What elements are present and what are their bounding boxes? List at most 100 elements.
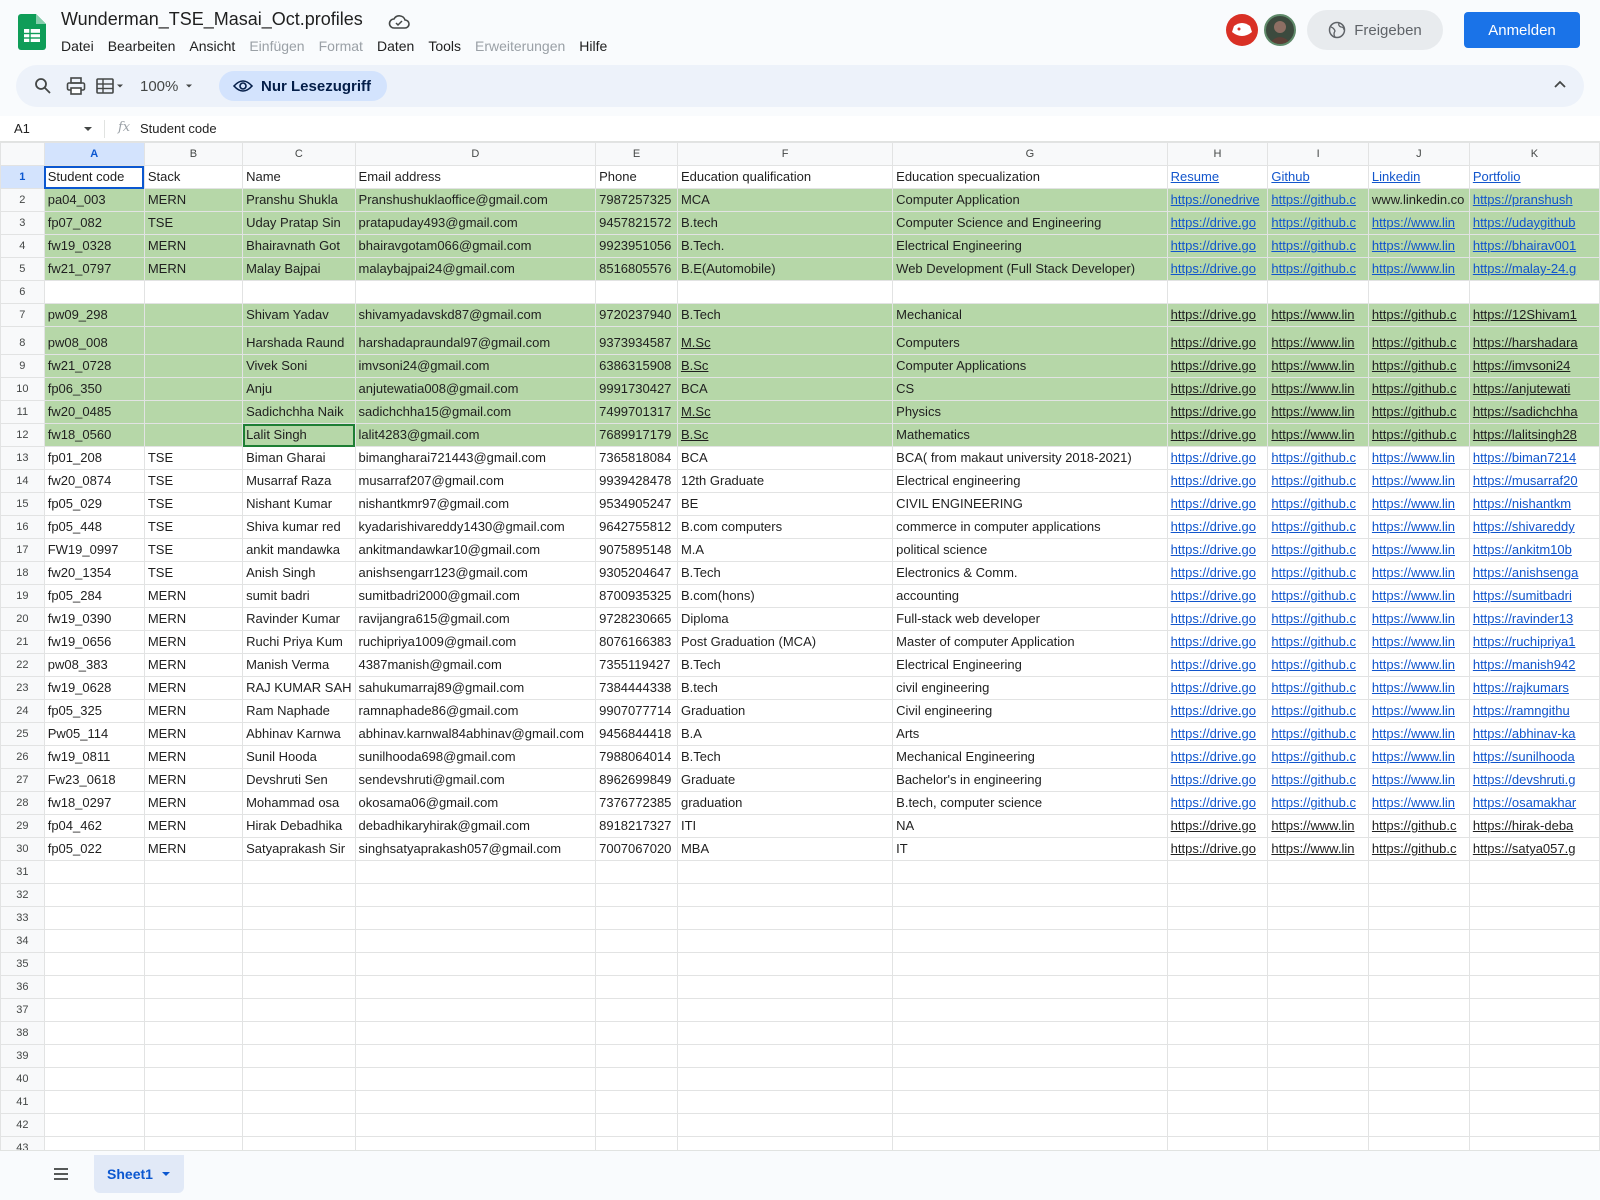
- cell-k17[interactable]: https://ankitm10b: [1468, 538, 1600, 562]
- cell-g14[interactable]: Electrical engineering: [892, 469, 1168, 493]
- cell-b21[interactable]: MERN: [143, 630, 244, 654]
- cell-k14[interactable]: https://musarraf20: [1468, 469, 1600, 493]
- cell-d8[interactable]: harshadapraundal97@gmail.com: [354, 326, 597, 355]
- empty-cell[interactable]: [242, 1067, 356, 1091]
- cell-f12[interactable]: B.Sc: [676, 423, 894, 447]
- empty-cell[interactable]: [242, 883, 356, 907]
- cell-h24[interactable]: https://drive.go: [1166, 699, 1269, 723]
- empty-cell[interactable]: [892, 1090, 1168, 1114]
- cell-c19[interactable]: sumit badri: [242, 584, 356, 608]
- cell-d13[interactable]: bimangharai721443@gmail.com: [354, 446, 597, 470]
- row-header[interactable]: 23: [0, 676, 45, 700]
- cell-e26[interactable]: 7988064014: [595, 745, 678, 769]
- cell-f7[interactable]: B.Tech: [676, 303, 894, 327]
- cell-h22[interactable]: https://drive.go: [1166, 653, 1269, 677]
- empty-cell[interactable]: [43, 883, 145, 907]
- cell-h20[interactable]: https://drive.go: [1166, 607, 1269, 631]
- cell-b17[interactable]: TSE: [143, 538, 244, 562]
- cell-g18[interactable]: Electronics & Comm.: [892, 561, 1168, 585]
- empty-cell[interactable]: [1367, 860, 1470, 884]
- empty-cell[interactable]: [1267, 1136, 1369, 1150]
- empty-cell[interactable]: [892, 906, 1168, 930]
- empty-cell[interactable]: [676, 1113, 894, 1137]
- cell-h30[interactable]: https://drive.go: [1166, 837, 1269, 861]
- cell-e23[interactable]: 7384444338: [595, 676, 678, 700]
- cell-c22[interactable]: Manish Verma: [242, 653, 356, 677]
- cell-g23[interactable]: civil engineering: [892, 676, 1168, 700]
- cell-h12[interactable]: https://drive.go: [1166, 423, 1269, 447]
- cell-k2[interactable]: https://pranshush: [1468, 188, 1600, 212]
- empty-cell[interactable]: [43, 952, 145, 976]
- cell-b13[interactable]: TSE: [143, 446, 244, 470]
- cell-b30[interactable]: MERN: [143, 837, 244, 861]
- document-title[interactable]: Wunderman_TSE_Masai_Oct.profiles: [61, 9, 363, 30]
- cell-a16[interactable]: fp05_448: [43, 515, 145, 539]
- cell-d5[interactable]: malaybajpai24@gmail.com: [354, 257, 597, 281]
- empty-cell[interactable]: [242, 906, 356, 930]
- empty-cell[interactable]: [1166, 975, 1269, 999]
- empty-cell[interactable]: [242, 952, 356, 976]
- empty-cell[interactable]: [892, 1067, 1168, 1091]
- cell-j23[interactable]: https://www.lin: [1367, 676, 1470, 700]
- empty-cell[interactable]: [1468, 1044, 1600, 1068]
- cell-h27[interactable]: https://drive.go: [1166, 768, 1269, 792]
- cell-c1[interactable]: Name: [242, 165, 356, 189]
- cell-a8[interactable]: pw08_008: [43, 326, 145, 355]
- empty-cell[interactable]: [676, 1044, 894, 1068]
- sheet-tab-sheet1[interactable]: Sheet1: [94, 1155, 184, 1193]
- cell-d11[interactable]: sadichchha15@gmail.com: [354, 400, 597, 424]
- empty-cell[interactable]: [354, 1044, 597, 1068]
- cell-b22[interactable]: MERN: [143, 653, 244, 677]
- cell-e4[interactable]: 9923951056: [595, 234, 678, 258]
- cell-g15[interactable]: CIVIL ENGINEERING: [892, 492, 1168, 516]
- cell-d24[interactable]: ramnaphade86@gmail.com: [354, 699, 597, 723]
- cell-g27[interactable]: Bachelor's in engineering: [892, 768, 1168, 792]
- empty-cell[interactable]: [1468, 860, 1600, 884]
- cell-d1[interactable]: Email address: [354, 165, 597, 189]
- cell-h19[interactable]: https://drive.go: [1166, 584, 1269, 608]
- empty-cell[interactable]: [1267, 860, 1369, 884]
- cell-c3[interactable]: Uday Pratap Sin: [242, 211, 356, 235]
- cell-g21[interactable]: Master of computer Application: [892, 630, 1168, 654]
- cell-k23[interactable]: https://rajkumars: [1468, 676, 1600, 700]
- cell-h1[interactable]: Resume: [1166, 165, 1269, 189]
- cell-e1[interactable]: Phone: [595, 165, 678, 189]
- empty-cell[interactable]: [354, 1090, 597, 1114]
- cell-c10[interactable]: Anju: [242, 377, 356, 401]
- row-header[interactable]: 35: [0, 952, 45, 976]
- empty-cell[interactable]: [354, 1136, 597, 1150]
- cell-g12[interactable]: Mathematics: [892, 423, 1168, 447]
- cell-b23[interactable]: MERN: [143, 676, 244, 700]
- empty-cell[interactable]: [892, 929, 1168, 953]
- empty-cell[interactable]: [1166, 998, 1269, 1022]
- cell-e12[interactable]: 7689917179: [595, 423, 678, 447]
- cell-f19[interactable]: B.com(hons): [676, 584, 894, 608]
- empty-cell[interactable]: [595, 860, 678, 884]
- empty-cell[interactable]: [43, 1136, 145, 1150]
- empty-cell[interactable]: [1166, 929, 1269, 953]
- cell-k5[interactable]: https://malay-24.g: [1468, 257, 1600, 281]
- cell-c16[interactable]: Shiva kumar red: [242, 515, 356, 539]
- cell-e19[interactable]: 8700935325: [595, 584, 678, 608]
- cell-f22[interactable]: B.Tech: [676, 653, 894, 677]
- cell-i15[interactable]: https://github.c: [1267, 492, 1369, 516]
- cell-b9[interactable]: [143, 354, 244, 378]
- cell-c27[interactable]: Devshruti Sen: [242, 768, 356, 792]
- cell-e24[interactable]: 9907077714: [595, 699, 678, 723]
- empty-cell[interactable]: [892, 975, 1168, 999]
- cell-f1[interactable]: Education qualification: [676, 165, 894, 189]
- cell-g24[interactable]: Civil engineering: [892, 699, 1168, 723]
- cell-a24[interactable]: fp05_325: [43, 699, 145, 723]
- empty-cell[interactable]: [143, 1090, 244, 1114]
- cell-d17[interactable]: ankitmandawkar10@gmail.com: [354, 538, 597, 562]
- empty-cell[interactable]: [1267, 1067, 1369, 1091]
- cell-e16[interactable]: 9642755812: [595, 515, 678, 539]
- empty-cell[interactable]: [43, 906, 145, 930]
- cell-h10[interactable]: https://drive.go: [1166, 377, 1269, 401]
- cell-g9[interactable]: Computer Applications: [892, 354, 1168, 378]
- cell-k1[interactable]: Portfolio: [1468, 165, 1600, 189]
- empty-cell[interactable]: [143, 975, 244, 999]
- cell-k13[interactable]: https://biman7214: [1468, 446, 1600, 470]
- cell-c6[interactable]: [242, 280, 356, 304]
- cell-a28[interactable]: fw18_0297: [43, 791, 145, 815]
